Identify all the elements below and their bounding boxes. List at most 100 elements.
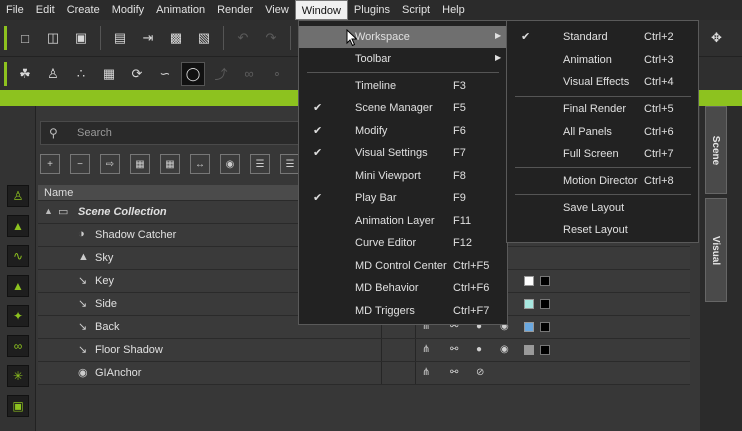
submenu-item-reset-layout[interactable]: Reset Layout <box>507 219 698 241</box>
undo-icon[interactable]: ↶ <box>231 26 255 50</box>
new-file-icon[interactable]: □ <box>13 26 37 50</box>
dots-icon[interactable]: ∴ <box>69 62 93 86</box>
menu-render[interactable]: Render <box>211 0 259 20</box>
group-icon[interactable]: ☘ <box>13 62 37 86</box>
node-icon[interactable]: ∘ <box>265 62 289 86</box>
anchor-icon: ◉ <box>78 367 88 379</box>
lock-icon[interactable]: ⚯ <box>450 344 458 355</box>
menu-item-play-bar[interactable]: ✔ Play Bar F9 <box>299 187 507 209</box>
menu-item-label: Animation Layer <box>355 215 435 227</box>
menu-help[interactable]: Help <box>436 0 471 20</box>
light-on-icon[interactable]: ● <box>476 344 482 355</box>
disabled-icon[interactable]: ⊘ <box>476 367 484 378</box>
tab-scene[interactable]: Scene <box>705 106 727 194</box>
rotate-icon[interactable]: ⟳ <box>125 62 149 86</box>
move-in-icon[interactable]: ⇨ <box>100 154 120 174</box>
menu-plugins[interactable]: Plugins <box>348 0 396 20</box>
submenu-item-full-screen[interactable]: Full Screen Ctrl+7 <box>507 143 698 165</box>
menu-item-md-triggers[interactable]: MD Triggers Ctrl+F7 <box>299 300 507 322</box>
light-color-swatch[interactable] <box>524 299 534 309</box>
export-image-icon[interactable]: ▩ <box>164 26 188 50</box>
more-icon[interactable]: ☰ <box>280 154 300 174</box>
grid-view-icon[interactable]: ▦ <box>130 154 150 174</box>
table-row[interactable]: ↘ Floor Shadow ⋔ ⚯ ● ◉ <box>38 339 690 362</box>
search-box[interactable]: ⚲ Search <box>40 121 302 145</box>
motion-icon[interactable]: ∿ <box>7 245 29 267</box>
list-icon[interactable]: ☰ <box>250 154 270 174</box>
menu-animation[interactable]: Animation <box>150 0 211 20</box>
menu-edit[interactable]: Edit <box>30 0 61 20</box>
submenu-item-standard[interactable]: ✔ Standard Ctrl+2 <box>507 26 698 48</box>
menu-item-animation-layer[interactable]: Animation Layer F11 <box>299 210 507 232</box>
light-color-swatch[interactable] <box>524 276 534 286</box>
shadow-color-swatch[interactable] <box>540 322 550 332</box>
check-icon: ✔ <box>313 147 323 159</box>
submenu-item-visual-effects[interactable]: Visual Effects Ctrl+4 <box>507 71 698 93</box>
menu-script[interactable]: Script <box>396 0 436 20</box>
camera-icon[interactable]: ▣ <box>7 395 29 417</box>
toolbar-grip[interactable] <box>4 61 7 86</box>
collapse-arrow-icon[interactable]: ▲ <box>44 206 53 216</box>
character-icon[interactable]: ♙ <box>7 185 29 207</box>
submenu-item-animation[interactable]: Animation Ctrl+3 <box>507 49 698 71</box>
path-icon[interactable]: ∽ <box>153 62 177 86</box>
submenu-item-save-layout[interactable]: Save Layout <box>507 197 698 219</box>
open-folder-icon[interactable]: ◫ <box>41 26 65 50</box>
menu-item-label: Workspace <box>355 31 410 43</box>
particle-icon[interactable]: ✳ <box>7 365 29 387</box>
grid-icon[interactable]: ▦ <box>97 62 121 86</box>
row-label: Scene Collection <box>78 206 167 218</box>
dock-expand-icon[interactable]: ✥ <box>711 30 722 46</box>
tree-icon[interactable]: ▲ <box>7 275 29 297</box>
submenu-item-final-render[interactable]: Final Render Ctrl+5 <box>507 98 698 120</box>
save-icon[interactable]: ▣ <box>69 26 93 50</box>
bone-icon[interactable]: ⤴ <box>209 62 233 86</box>
tab-visual[interactable]: Visual <box>705 198 727 302</box>
menu-modify[interactable]: Modify <box>106 0 150 20</box>
link-tool-icon[interactable]: ∞ <box>7 335 29 357</box>
light-tool-icon[interactable]: ✦ <box>7 305 29 327</box>
menu-file[interactable]: File <box>0 0 30 20</box>
visibility-eye-icon[interactable]: ⋔ <box>422 344 430 355</box>
shadow-color-swatch[interactable] <box>540 299 550 309</box>
expand-icon[interactable]: ↔ <box>190 154 210 174</box>
menu-item-visual-settings[interactable]: ✔ Visual Settings F7 <box>299 142 507 164</box>
import-icon[interactable]: ▤ <box>108 26 132 50</box>
redo-icon[interactable]: ↷ <box>259 26 283 50</box>
gamepad-icon[interactable]: ◯ <box>181 61 205 86</box>
submenu-item-motion-director[interactable]: Motion Director Ctrl+8 <box>507 170 698 192</box>
export-icon[interactable]: ⇥ <box>136 26 160 50</box>
menu-item-md-control-center[interactable]: MD Control Center Ctrl+F5 <box>299 255 507 277</box>
menu-item-mini-viewport[interactable]: Mini Viewport F8 <box>299 165 507 187</box>
menu-item-scene-manager[interactable]: ✔ Scene Manager F5 <box>299 97 507 119</box>
link-icon[interactable]: ∞ <box>237 62 261 86</box>
column-divider <box>415 362 416 384</box>
add-collection-icon[interactable]: + <box>40 154 60 174</box>
menu-item-curve-editor[interactable]: Curve Editor F12 <box>299 232 507 254</box>
shadow-color-swatch[interactable] <box>540 276 550 286</box>
eye-icon[interactable]: ◉ <box>220 154 240 174</box>
menu-view[interactable]: View <box>259 0 295 20</box>
lock-icon[interactable]: ⚯ <box>450 367 458 378</box>
shadow-color-swatch[interactable] <box>540 345 550 355</box>
mouse-cursor-icon <box>346 29 358 47</box>
cast-shadow-icon[interactable]: ◉ <box>500 344 509 355</box>
light-color-swatch[interactable] <box>524 345 534 355</box>
light-color-swatch[interactable] <box>524 322 534 332</box>
remove-icon[interactable]: − <box>70 154 90 174</box>
people-icon[interactable]: ♙ <box>41 62 65 86</box>
menu-create[interactable]: Create <box>61 0 106 20</box>
menu-window[interactable]: Window <box>294 0 348 20</box>
select-filter-icon[interactable]: ▦ <box>160 154 180 174</box>
menu-item-workspace[interactable]: Workspace ▶ <box>299 26 507 48</box>
table-row[interactable]: ◉ GIAnchor ⋔ ⚯ ⊘ <box>38 362 690 385</box>
menu-item-modify[interactable]: ✔ Modify F6 <box>299 120 507 142</box>
menu-item-timeline[interactable]: Timeline F3 <box>299 75 507 97</box>
visibility-eye-icon[interactable]: ⋔ <box>422 367 430 378</box>
usd-export-icon[interactable]: ▧ <box>192 26 216 50</box>
prop-icon[interactable]: ▲ <box>7 215 29 237</box>
menu-item-toolbar[interactable]: Toolbar ▶ <box>299 48 507 70</box>
submenu-item-all-panels[interactable]: All Panels Ctrl+6 <box>507 121 698 143</box>
menu-item-md-behavior[interactable]: MD Behavior Ctrl+F6 <box>299 277 507 299</box>
toolbar-grip[interactable] <box>4 26 7 50</box>
